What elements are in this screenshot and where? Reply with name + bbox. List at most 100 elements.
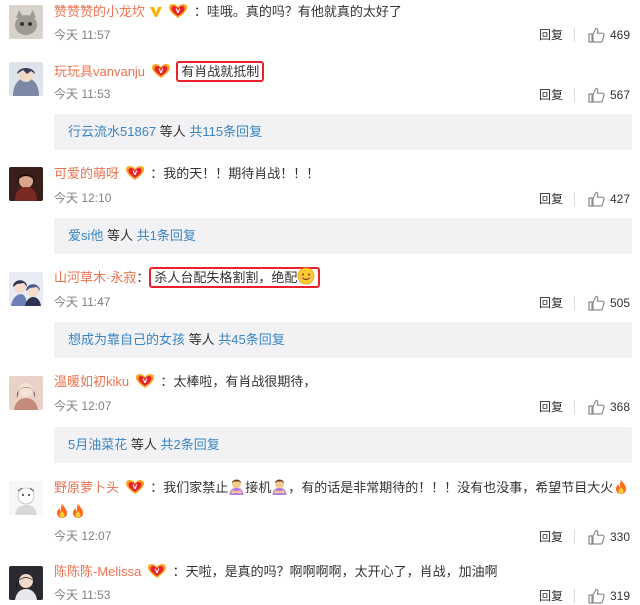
- comment-header: 野原萝卜头 ：我们家禁止 接机 ，有的话是非常期待的！！！没有也没事，希望节目大火: [54, 478, 629, 497]
- comment-header: 山河草木·永寂： 杀人台配失格割割，绝配: [54, 267, 321, 288]
- comment-text: 接机: [245, 480, 272, 495]
- reply-mid-text: 等人: [103, 228, 137, 243]
- timestamp: 今天 11:53: [54, 588, 111, 602]
- highlight-box: 杀人台配失格割割，绝配: [149, 267, 321, 288]
- fire-emoji-icon: [616, 480, 627, 494]
- timestamp: 今天 11:47: [54, 295, 111, 309]
- thumbs-up-icon[interactable]: [588, 588, 605, 604]
- comment-item: 温暖如初kiku ：太棒啦，有肖战很期待， 今天 12:07 回复 368: [0, 366, 640, 424]
- vip-badge-icon: [151, 63, 171, 79]
- comment-text: ，有的话是非常期待的！！！没有也没事，希望节目大火: [288, 480, 614, 495]
- thumbs-up-icon[interactable]: [588, 191, 605, 207]
- fire-emoji-icon: [57, 504, 67, 518]
- thumbs-up-icon[interactable]: [588, 87, 605, 103]
- reply-summary[interactable]: 想成为靠自己的女孩 等人 共45条回复: [54, 322, 632, 358]
- thumbs-up-icon[interactable]: [588, 529, 605, 545]
- crossed-arms-emoji-icon: [229, 479, 244, 495]
- reply-button[interactable]: 回复: [539, 27, 563, 43]
- comment-text: ：我的天！！期待肖战！！！: [150, 166, 320, 181]
- vip-badge-icon: [168, 3, 188, 19]
- comment-text: ：天啦，是真的吗？啊啊啊啊，太开心了，肖战，加油啊: [172, 564, 498, 579]
- divider: [574, 296, 575, 310]
- comment-item: 陈陈陈-Melissa ：天啦，是真的吗？啊啊啊啊，太开心了，肖战，加油啊 今天…: [0, 556, 640, 605]
- reply-count-link[interactable]: 共45条回复: [218, 332, 284, 347]
- timestamp: 今天 12:10: [54, 191, 112, 205]
- smile-emoji-icon: [297, 267, 315, 285]
- reply-user-link[interactable]: 5月油菜花: [68, 437, 127, 452]
- divider: [574, 589, 575, 603]
- divider: [574, 400, 575, 414]
- avatar[interactable]: [9, 566, 43, 600]
- like-count: 567: [610, 88, 631, 102]
- username[interactable]: 温暖如初kiku: [54, 374, 129, 389]
- reply-count-link[interactable]: 共2条回复: [160, 437, 219, 452]
- gold-v-icon: [149, 7, 162, 17]
- comment-text: ：太棒啦，有肖战很期待，: [160, 374, 317, 389]
- thumbs-up-icon[interactable]: [588, 399, 605, 415]
- avatar[interactable]: [9, 5, 43, 39]
- like-count: 330: [610, 530, 631, 544]
- reply-summary[interactable]: 5月油菜花 等人 共2条回复: [54, 427, 632, 463]
- reply-button[interactable]: 回复: [539, 399, 563, 415]
- comment-text: ：哇哦。真的吗？有他就真的太好了: [193, 4, 402, 19]
- comment-header: 玩玩具vanvanju 有肖战就抵制: [54, 61, 265, 82]
- username[interactable]: 赞赞赞的小龙坎: [54, 4, 145, 19]
- like-count: 469: [610, 28, 631, 42]
- crossed-arms-emoji-icon: [272, 479, 287, 495]
- username[interactable]: 可爱的萌呀: [54, 166, 119, 181]
- comment-item: 山河草木·永寂： 杀人台配失格割割，绝配 今天 11:47 回复 505: [0, 258, 640, 320]
- like-count: 505: [610, 296, 631, 310]
- avatar[interactable]: [9, 272, 43, 306]
- comment-header: 可爱的萌呀 ：我的天！！期待肖战！！！: [54, 165, 319, 183]
- comment-text: ：我们家禁止: [150, 480, 229, 495]
- comment-item: 玩玩具vanvanju 有肖战就抵制 今天 11:53 回复 567: [0, 54, 640, 112]
- vip-badge-icon: [135, 373, 155, 389]
- comment-item: 可爱的萌呀 ：我的天！！期待肖战！！！ 今天 12:10 回复 427: [0, 158, 640, 216]
- comment-header: 陈陈陈-Melissa ：天啦，是真的吗？啊啊啊啊，太开心了，肖战，加油啊: [54, 563, 498, 581]
- reply-summary[interactable]: 行云流水51867 等人 共115条回复: [54, 114, 632, 150]
- timestamp: 今天 11:57: [54, 28, 111, 42]
- timestamp: 今天 12:07: [54, 399, 112, 413]
- reply-summary[interactable]: 爱si他 等人 共1条回复: [54, 218, 632, 254]
- reply-user-link[interactable]: 行云流水51867: [68, 124, 156, 139]
- comment-item: 赞赞赞的小龙坎 ：哇哦。真的吗？有他就真的太好了 今天 11:57 回复 469: [0, 0, 640, 48]
- like-count: 427: [610, 192, 631, 206]
- divider: [574, 88, 575, 102]
- vip-badge-icon: [125, 165, 145, 181]
- comment-header: 赞赞赞的小龙坎 ：哇哦。真的吗？有他就真的太好了: [54, 3, 402, 21]
- thumbs-up-icon[interactable]: [588, 27, 605, 43]
- like-count: 368: [610, 400, 631, 414]
- reply-user-link[interactable]: 爱si他: [68, 228, 103, 243]
- thumbs-up-icon[interactable]: [588, 295, 605, 311]
- reply-button[interactable]: 回复: [539, 191, 563, 207]
- username[interactable]: 山河草木·永寂: [54, 270, 136, 285]
- timestamp: 今天 12:07: [54, 529, 112, 543]
- username[interactable]: 野原萝卜头: [54, 480, 119, 495]
- reply-count-link[interactable]: 共115条回复: [189, 124, 262, 139]
- avatar[interactable]: [9, 62, 43, 96]
- comment-header-continued: [54, 503, 86, 521]
- reply-button[interactable]: 回复: [539, 588, 563, 604]
- avatar[interactable]: [9, 481, 43, 515]
- username[interactable]: 陈陈陈-Melissa: [54, 564, 141, 579]
- reply-mid-text: 等人: [127, 437, 161, 452]
- reply-button[interactable]: 回复: [539, 87, 563, 103]
- username[interactable]: 玩玩具vanvanju: [54, 64, 145, 79]
- vip-badge-icon: [147, 563, 167, 579]
- reply-count-link[interactable]: 共1条回复: [137, 228, 196, 243]
- divider: [574, 28, 575, 42]
- reply-user-link[interactable]: 想成为靠自己的女孩: [68, 332, 185, 347]
- comment-header: 温暖如初kiku ：太棒啦，有肖战很期待，: [54, 373, 316, 391]
- reply-button[interactable]: 回复: [539, 529, 563, 545]
- reply-button[interactable]: 回复: [539, 295, 563, 311]
- comment-text: 杀人台配失格割割，绝配: [154, 270, 298, 285]
- comment-item: 野原萝卜头 ：我们家禁止 接机 ，有的话是非常期待的！！！没有也没事，希望节目大火 …: [0, 472, 640, 548]
- avatar[interactable]: [9, 376, 43, 410]
- divider: [574, 192, 575, 206]
- divider: [574, 530, 575, 544]
- reply-mid-text: 等人: [185, 332, 219, 347]
- like-count: 319: [610, 589, 631, 603]
- timestamp: 今天 11:53: [54, 87, 111, 101]
- avatar[interactable]: [9, 167, 43, 201]
- comment-text: 有肖战就抵制: [176, 61, 265, 82]
